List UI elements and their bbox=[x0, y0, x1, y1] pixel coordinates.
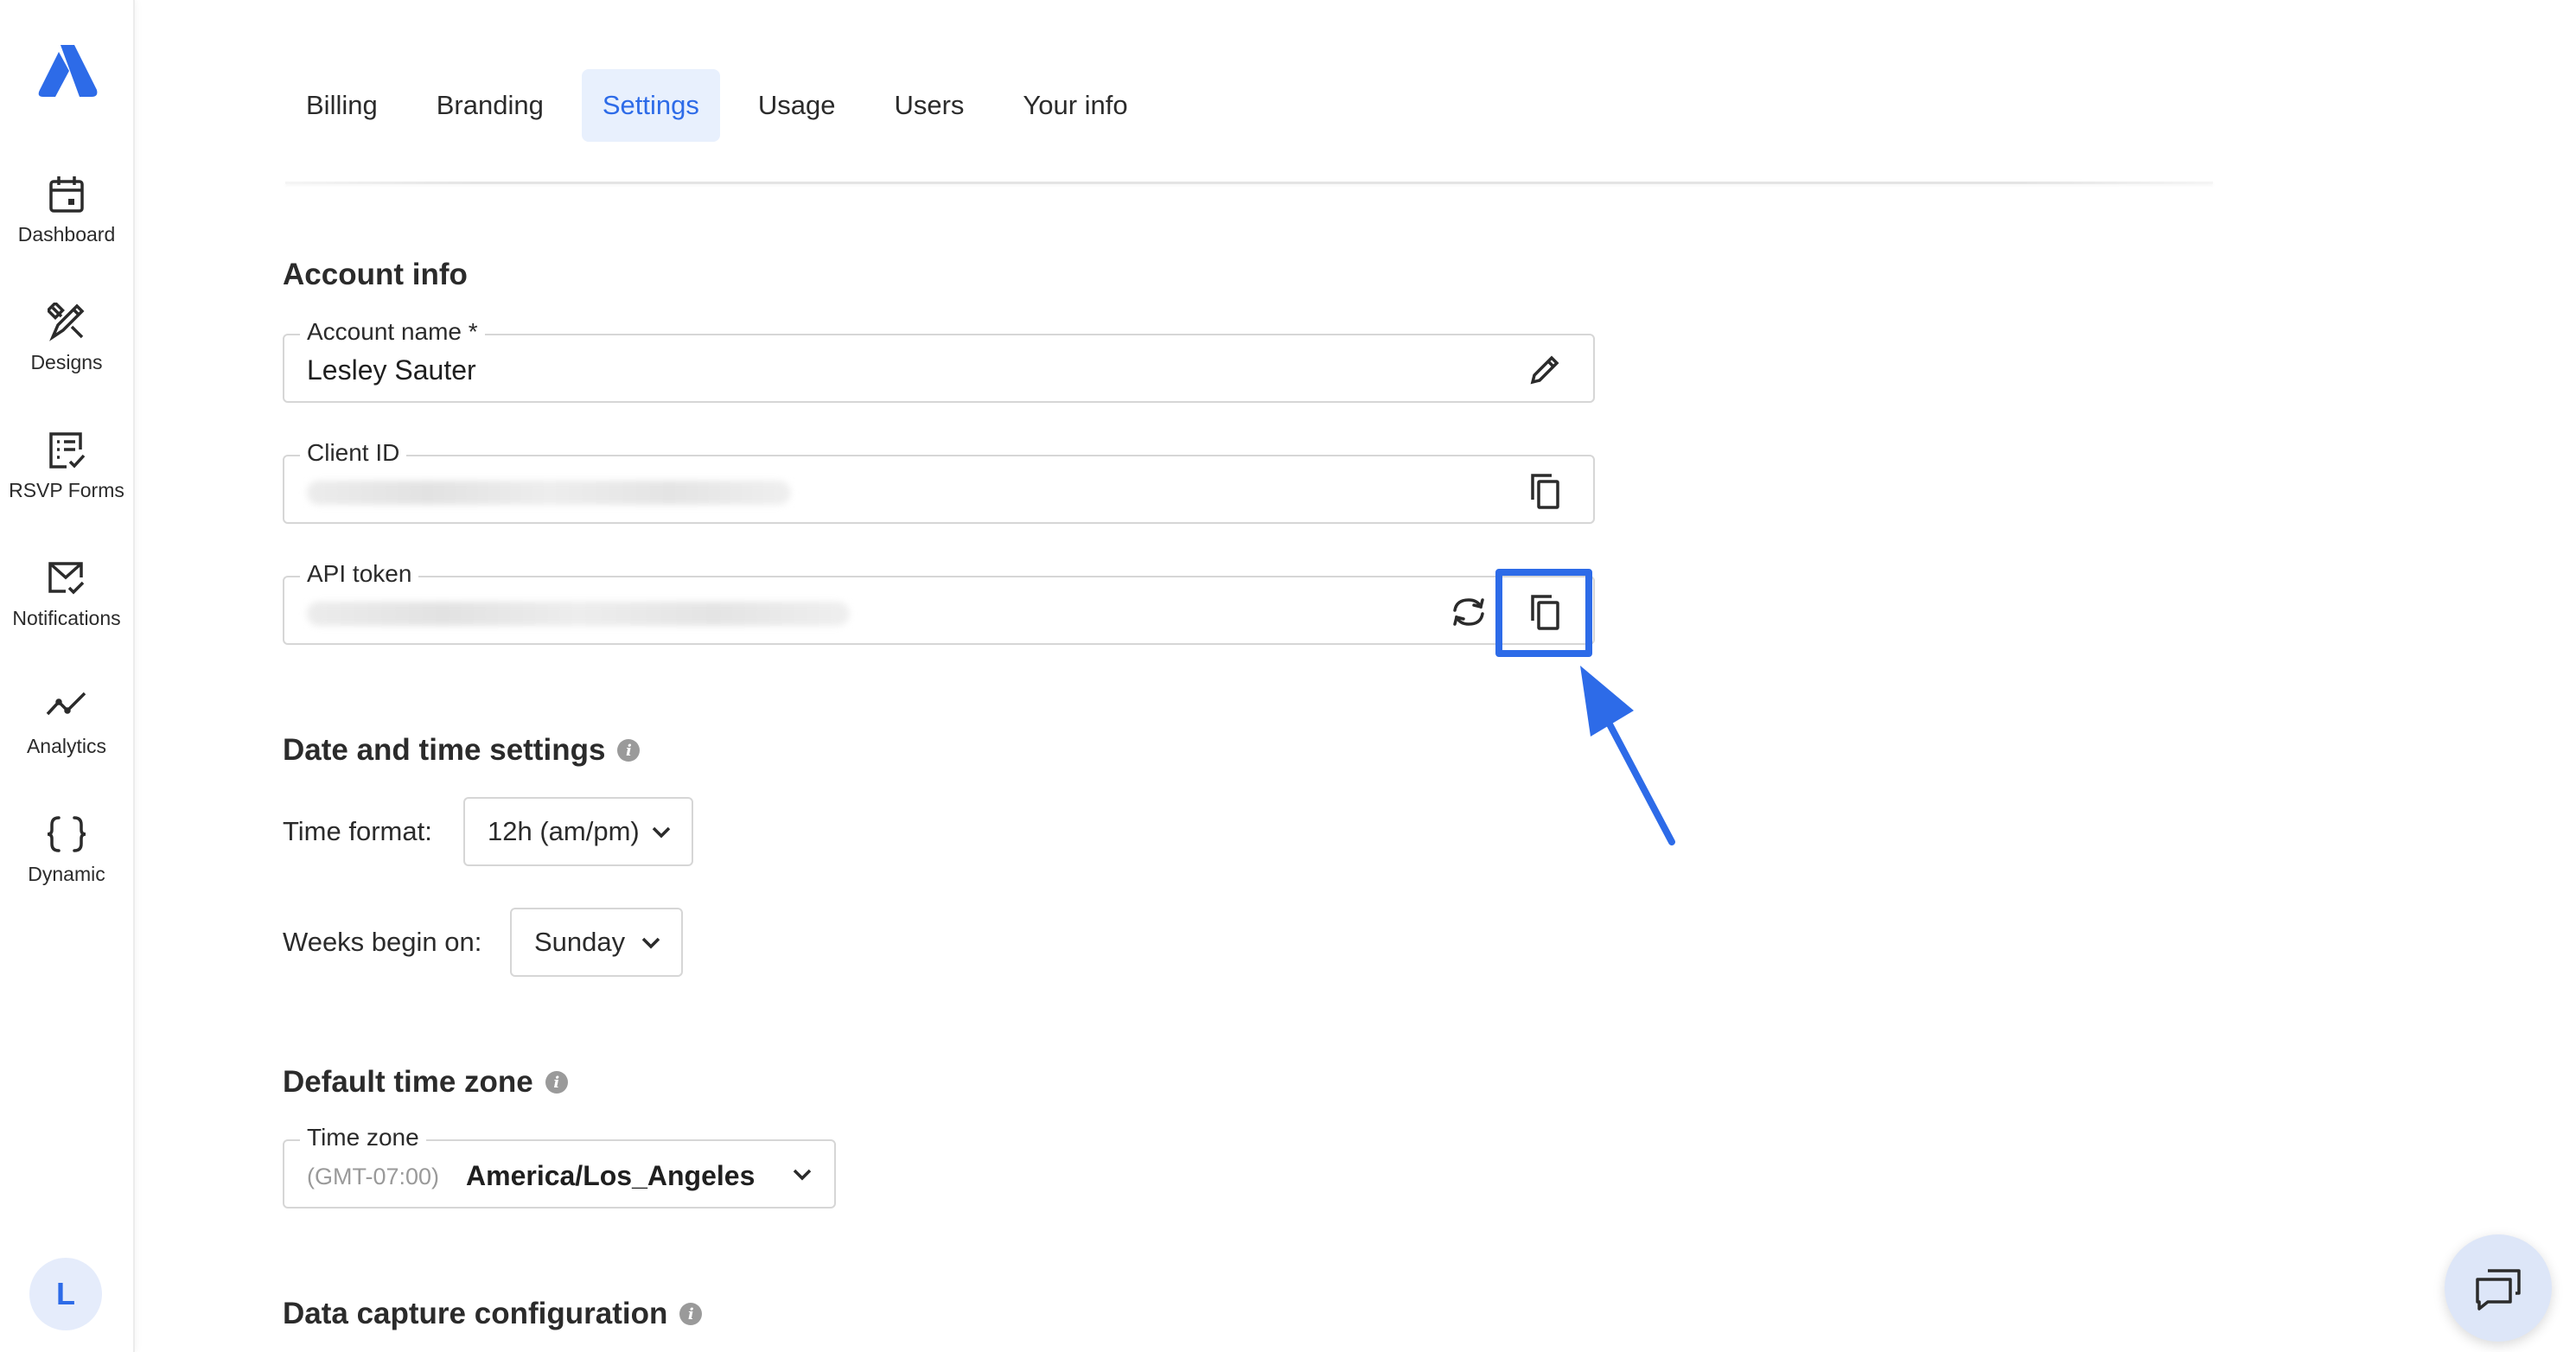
account-info-title: Account info bbox=[283, 258, 468, 292]
sidebar-item-notifications[interactable]: Notifications bbox=[0, 558, 133, 630]
sidebar-item-rsvp-forms[interactable]: RSVP Forms bbox=[0, 430, 133, 502]
client-id-value-redacted bbox=[307, 481, 791, 505]
time-format-value: 12h (am/pm) bbox=[488, 816, 640, 846]
design-tools-icon bbox=[48, 303, 85, 341]
account-name-field[interactable]: Account name * Lesley Sauter bbox=[283, 318, 1595, 403]
time-format-select[interactable]: 12h (am/pm) bbox=[463, 797, 693, 866]
time-zone-select[interactable]: Time zone (GMT-07:00) America/Los_Angele… bbox=[283, 1124, 836, 1209]
sidebar-item-label: Notifications bbox=[12, 607, 121, 629]
info-icon[interactable]: i bbox=[617, 739, 641, 762]
info-icon[interactable]: i bbox=[679, 1303, 703, 1325]
api-token-label: API token bbox=[300, 560, 419, 588]
pointer-arrow-icon bbox=[1580, 666, 1675, 845]
tab-settings[interactable]: Settings bbox=[581, 69, 720, 142]
form-check-icon bbox=[49, 432, 86, 469]
account-name-label: Account name * bbox=[300, 318, 485, 346]
sidebar-item-label: RSVP Forms bbox=[9, 479, 124, 501]
data-capture-title: Data capture configuration i bbox=[283, 1297, 703, 1331]
sidebar-item-label: Dashboard bbox=[17, 223, 116, 246]
edit-account-name-button[interactable] bbox=[1521, 346, 1569, 394]
api-token-field[interactable]: API token bbox=[283, 560, 1595, 645]
pencil-icon bbox=[1530, 355, 1559, 385]
tab-your-info[interactable]: Your info bbox=[1002, 69, 1148, 142]
app-logo-icon[interactable] bbox=[35, 41, 100, 100]
time-format-label: Time format: bbox=[283, 816, 432, 846]
sidebar: Dashboard Designs RSVP Forms Notificatio… bbox=[0, 0, 135, 1352]
sidebar-item-label: Designs bbox=[30, 351, 103, 373]
calendar-icon bbox=[49, 176, 84, 213]
time-zone-offset: (GMT-07:00) bbox=[307, 1164, 440, 1189]
tab-usage[interactable]: Usage bbox=[737, 69, 857, 142]
sidebar-item-dashboard[interactable]: Dashboard bbox=[0, 175, 133, 246]
account-info-title-text: Account info bbox=[283, 258, 468, 291]
tab-users[interactable]: Users bbox=[873, 69, 985, 142]
trend-line-icon bbox=[46, 692, 86, 716]
chevron-down-icon bbox=[652, 826, 671, 839]
tabs-divider bbox=[285, 182, 2213, 184]
sidebar-item-dynamic[interactable]: Dynamic bbox=[0, 814, 133, 886]
chat-bubble-icon bbox=[2476, 1269, 2521, 1311]
tab-branding[interactable]: Branding bbox=[416, 69, 564, 142]
copy-icon bbox=[1531, 474, 1559, 509]
mail-check-icon bbox=[48, 562, 85, 595]
date-time-title-text: Date and time settings bbox=[283, 733, 606, 767]
chat-support-button[interactable] bbox=[2445, 1234, 2552, 1342]
copy-client-id-button[interactable] bbox=[1521, 467, 1569, 515]
info-icon[interactable]: i bbox=[545, 1071, 568, 1094]
date-time-title: Date and time settings i bbox=[283, 733, 641, 768]
time-zone-title: Default time zone i bbox=[283, 1065, 568, 1100]
sidebar-item-label: Analytics bbox=[26, 735, 107, 757]
copy-button-highlight bbox=[1495, 569, 1592, 657]
client-id-label: Client ID bbox=[300, 439, 407, 467]
sidebar-item-label: Dynamic bbox=[28, 863, 105, 885]
account-name-value: Lesley Sauter bbox=[307, 354, 476, 386]
tab-billing[interactable]: Billing bbox=[285, 69, 399, 142]
sidebar-item-analytics[interactable]: Analytics bbox=[0, 686, 133, 758]
avatar[interactable]: L bbox=[29, 1258, 102, 1330]
settings-tabs: Billing Branding Settings Usage Users Yo… bbox=[285, 69, 1166, 142]
refresh-icon bbox=[1453, 598, 1484, 626]
regenerate-token-button[interactable] bbox=[1444, 588, 1493, 636]
weeks-begin-select[interactable]: Sunday bbox=[510, 908, 683, 977]
curly-braces-icon bbox=[47, 816, 86, 852]
chevron-down-icon bbox=[793, 1169, 812, 1181]
api-token-value-redacted bbox=[307, 602, 850, 626]
weeks-begin-value: Sunday bbox=[534, 927, 626, 957]
client-id-field[interactable]: Client ID bbox=[283, 439, 1595, 524]
weeks-begin-label: Weeks begin on: bbox=[283, 927, 482, 957]
chevron-down-icon bbox=[641, 937, 660, 949]
time-zone-label: Time zone bbox=[300, 1124, 426, 1151]
data-capture-title-text: Data capture configuration bbox=[283, 1297, 668, 1330]
time-zone-title-text: Default time zone bbox=[283, 1065, 533, 1099]
time-zone-value: America/Los_Angeles bbox=[466, 1160, 756, 1191]
sidebar-item-designs[interactable]: Designs bbox=[0, 303, 133, 374]
